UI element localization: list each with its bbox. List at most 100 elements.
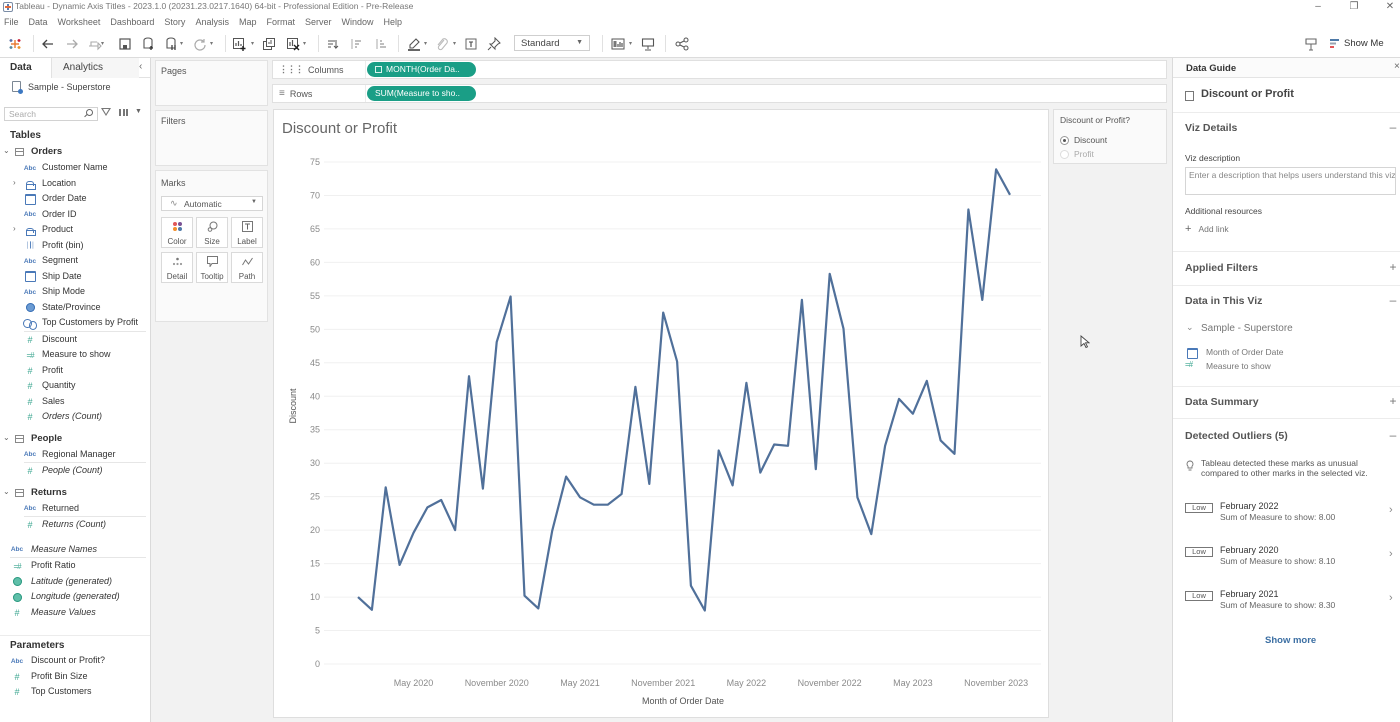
expand-icon[interactable] bbox=[1387, 394, 1399, 408]
data-point[interactable] bbox=[938, 437, 944, 443]
data-point[interactable] bbox=[674, 358, 680, 364]
menu-analysis[interactable]: Analysis bbox=[195, 17, 229, 27]
radio-selected-icon[interactable] bbox=[1060, 135, 1069, 145]
x-axis-title[interactable]: Month of Order Date bbox=[642, 696, 724, 706]
data-point[interactable] bbox=[619, 491, 625, 497]
tooltip-button[interactable]: Tooltip bbox=[196, 252, 228, 283]
menu-file[interactable]: File bbox=[4, 17, 19, 27]
sort-ascending-icon[interactable] bbox=[348, 36, 363, 51]
line-chart[interactable]: 0 5 10 15 20 25 30 35 40 45 50 55 60 65 70 75 May 2020 No… bbox=[274, 110, 1050, 719]
show-more-link[interactable]: Show more bbox=[1265, 635, 1316, 646]
fix-axes-icon[interactable] bbox=[486, 36, 501, 51]
data-point[interactable] bbox=[702, 607, 708, 613]
menu-dashboard[interactable]: Dashboard bbox=[110, 17, 154, 27]
field-item[interactable]: Measure Names bbox=[0, 542, 150, 558]
field-item[interactable]: Quantity bbox=[0, 378, 150, 394]
chevron-right-icon[interactable]: › bbox=[13, 224, 16, 233]
data-point[interactable] bbox=[563, 474, 569, 480]
duplicate-sheet-icon[interactable] bbox=[261, 36, 276, 51]
data-point[interactable] bbox=[466, 373, 472, 379]
data-point[interactable] bbox=[785, 443, 791, 449]
detected-outliers-heading[interactable]: Detected Outliers (5) bbox=[1185, 430, 1288, 442]
parameter-item[interactable]: Discount or Profit? bbox=[0, 653, 150, 669]
data-point[interactable] bbox=[730, 482, 736, 488]
data-in-viz-datasource[interactable]: Sample - Superstore bbox=[1201, 323, 1293, 334]
pause-dropdown-icon[interactable]: ▾ bbox=[180, 40, 186, 48]
data-point[interactable] bbox=[424, 504, 430, 510]
replay-dropdown-icon[interactable]: ▾ bbox=[101, 40, 107, 48]
y-axis-title[interactable]: Discount bbox=[288, 388, 298, 424]
chevron-right-icon[interactable]: › bbox=[1389, 504, 1393, 516]
columns-pill[interactable]: MONTH(Order Da.. bbox=[367, 62, 476, 77]
data-point[interactable] bbox=[771, 441, 777, 447]
data-point[interactable] bbox=[910, 411, 916, 417]
chevron-down-icon[interactable]: ⌄ bbox=[3, 487, 10, 496]
add-link-button[interactable]: + Add link bbox=[1185, 223, 1229, 235]
tab-data[interactable]: Data bbox=[0, 58, 52, 78]
collapse-icon[interactable] bbox=[1387, 428, 1399, 442]
data-point[interactable] bbox=[827, 271, 833, 277]
data-point[interactable] bbox=[1007, 192, 1013, 198]
close-icon[interactable]: ✕ bbox=[1380, 0, 1400, 14]
data-point[interactable] bbox=[591, 502, 597, 508]
radio-unselected-icon[interactable] bbox=[1060, 149, 1069, 159]
data-point[interactable] bbox=[896, 396, 902, 402]
size-button[interactable]: Size bbox=[196, 217, 228, 248]
field-item[interactable]: Orders (Count) bbox=[0, 409, 150, 425]
data-point[interactable] bbox=[577, 494, 583, 500]
filters-card[interactable]: Filters bbox=[155, 110, 268, 166]
highlight-dropdown-icon[interactable]: ▾ bbox=[424, 40, 430, 48]
radio-discount[interactable]: Discount bbox=[1060, 135, 1107, 145]
show-hide-cards-icon[interactable] bbox=[610, 36, 625, 51]
chevron-down-icon[interactable]: ⌄ bbox=[1186, 322, 1194, 333]
field-item[interactable]: Profit bbox=[0, 363, 150, 379]
data-guide-icon[interactable] bbox=[1303, 36, 1318, 51]
tab-analytics[interactable]: Analytics bbox=[52, 58, 139, 78]
new-data-source-icon[interactable] bbox=[140, 36, 155, 51]
viz-details-heading[interactable]: Viz Details bbox=[1185, 122, 1237, 134]
clear-sheet-icon[interactable] bbox=[285, 36, 300, 51]
share-icon[interactable] bbox=[674, 36, 689, 51]
columns-shelf[interactable]: ⋮⋮⋮ Columns MONTH(Order Da.. bbox=[272, 60, 1167, 79]
chevron-down-icon[interactable]: ▼ bbox=[135, 108, 142, 115]
chevron-down-icon[interactable]: ⌄ bbox=[3, 433, 10, 442]
outlier-item[interactable]: Low February 2021 Sum of Measure to show… bbox=[1173, 586, 1400, 616]
undo-icon[interactable] bbox=[40, 36, 55, 51]
field-item[interactable]: Latitude (generated) bbox=[0, 574, 150, 590]
table-orders[interactable]: ⌄ Orders bbox=[0, 143, 150, 160]
menu-window[interactable]: Window bbox=[342, 17, 374, 27]
filter-icon[interactable] bbox=[101, 108, 111, 116]
field-item[interactable]: Order ID bbox=[0, 207, 150, 223]
data-point[interactable] bbox=[841, 326, 847, 332]
menu-story[interactable]: Story bbox=[164, 17, 185, 27]
data-point[interactable] bbox=[508, 294, 514, 300]
data-in-viz-heading[interactable]: Data in This Viz bbox=[1185, 295, 1262, 307]
rows-pill[interactable]: SUM(Measure to sho.. bbox=[367, 86, 476, 101]
path-button[interactable]: Path bbox=[231, 252, 263, 283]
data-point[interactable] bbox=[965, 207, 971, 213]
outlier-item[interactable]: Low February 2022 Sum of Measure to show… bbox=[1173, 498, 1400, 528]
radio-profit[interactable]: Profit bbox=[1060, 149, 1094, 159]
new-worksheet-dropdown-icon[interactable]: ▾ bbox=[251, 40, 257, 48]
pages-card[interactable]: Pages bbox=[155, 60, 268, 106]
color-button[interactable]: Color bbox=[161, 217, 193, 248]
save-icon[interactable] bbox=[117, 36, 132, 51]
data-point[interactable] bbox=[410, 530, 416, 536]
data-point[interactable] bbox=[355, 594, 361, 600]
refresh-icon[interactable] bbox=[192, 36, 207, 51]
data-point[interactable] bbox=[535, 605, 541, 611]
fit-select[interactable]: Standard ▼ bbox=[514, 35, 590, 51]
field-item[interactable]: Measure Values bbox=[0, 605, 150, 621]
data-point[interactable] bbox=[452, 527, 458, 533]
collapse-icon[interactable] bbox=[1387, 293, 1399, 307]
field-item[interactable]: Segment bbox=[0, 253, 150, 269]
table-returns[interactable]: ⌄ Returns bbox=[0, 484, 150, 501]
rows-shelf[interactable]: ≡ Rows SUM(Measure to sho.. bbox=[272, 84, 1167, 103]
collapse-icon[interactable] bbox=[1387, 120, 1399, 134]
field-item[interactable]: Profit (bin) bbox=[0, 238, 150, 254]
field-item[interactable]: State/Province bbox=[0, 300, 150, 316]
parameter-item[interactable]: Profit Bin Size bbox=[0, 669, 150, 685]
data-point[interactable] bbox=[716, 447, 722, 453]
data-point[interactable] bbox=[480, 486, 486, 492]
field-item[interactable]: Ship Mode bbox=[0, 284, 150, 300]
